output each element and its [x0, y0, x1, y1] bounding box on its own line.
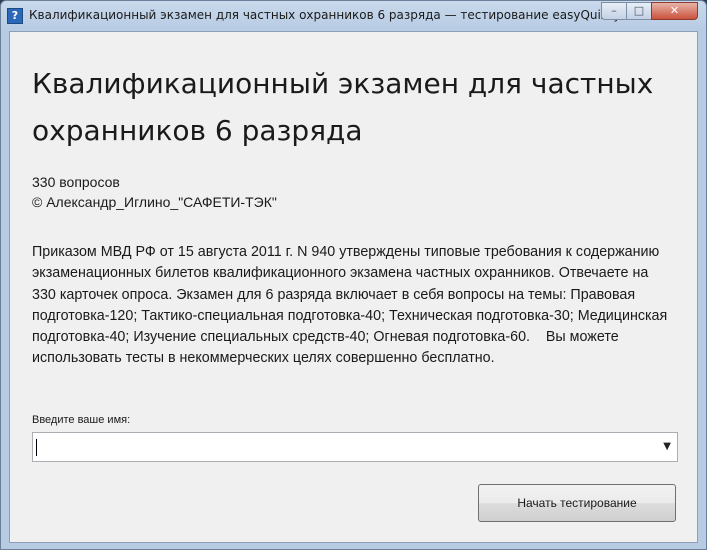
maximize-button[interactable]: □: [626, 2, 652, 20]
start-test-button[interactable]: Начать тестирование: [478, 484, 676, 522]
text-caret: [36, 439, 37, 456]
name-input[interactable]: [33, 433, 653, 461]
help-icon: ?: [7, 8, 23, 24]
name-combobox[interactable]: ▼: [32, 432, 678, 462]
client-area: Квалификационный экзамен для частных охр…: [9, 31, 698, 543]
close-button[interactable]: ✕: [651, 2, 698, 20]
name-field-label: Введите ваше имя:: [32, 414, 131, 426]
title-bar[interactable]: ? Квалификационный экзамен для частных о…: [1, 1, 706, 31]
application-window: ? Квалификационный экзамен для частных о…: [0, 0, 707, 550]
maximize-icon: □: [633, 4, 645, 17]
dropdown-arrow-icon[interactable]: ▼: [663, 441, 671, 452]
window-title: Квалификационный экзамен для частных охр…: [29, 8, 621, 22]
close-icon: ✕: [669, 4, 680, 17]
page-title: Квалификационный экзамен для частных охр…: [32, 67, 654, 147]
minimize-button[interactable]: –: [601, 2, 627, 20]
minimize-icon: –: [611, 4, 617, 17]
quiz-info: 330 вопросов © Александр_Иглино_"САФЕТИ-…: [32, 172, 277, 212]
author-credit: © Александр_Иглино_"САФЕТИ-ТЭК": [32, 194, 277, 210]
question-count: 330 вопросов: [32, 174, 120, 190]
quiz-description: Приказом МВД РФ от 15 августа 2011 г. N …: [32, 244, 672, 367]
